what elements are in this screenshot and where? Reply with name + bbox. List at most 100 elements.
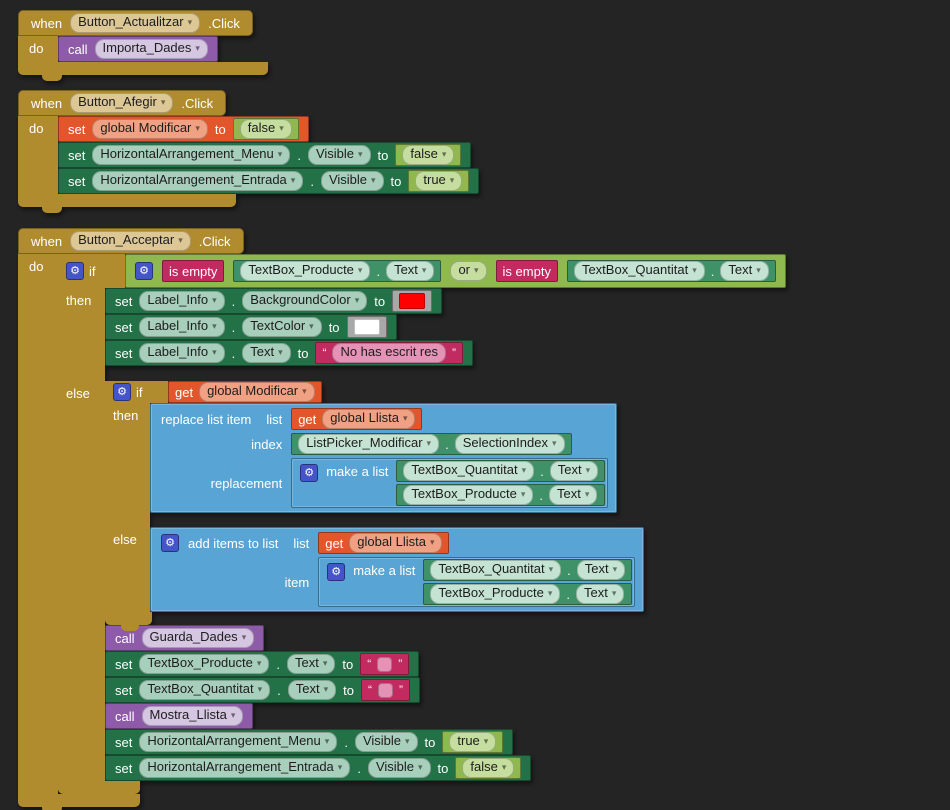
call-procedure-block[interactable]: call Importa_Dades ▾ (58, 36, 218, 62)
property-getter-block[interactable]: TextBox_Producte ▾ . Text (423, 583, 632, 605)
string-value-field[interactable] (377, 657, 392, 672)
mutator-gear-icon[interactable]: ⚙ (327, 563, 345, 581)
property-getter-block[interactable]: TextBox_Quantitat ▾ . Text ▾ (567, 260, 776, 282)
mutator-gear-icon[interactable]: ⚙ (66, 262, 84, 280)
add-items-to-list-block[interactable]: ⚙ add items to list list get gl (150, 527, 644, 612)
component-dropdown[interactable]: TextBox_Quantitat ▾ (430, 560, 561, 580)
make-a-list-block[interactable]: ⚙ make a list TextBox_Quantitat ▾ (318, 557, 635, 607)
event-component-dropdown[interactable]: Button_Afegir ▾ (70, 93, 173, 113)
logic-dropdown[interactable]: false ▾ (402, 145, 454, 165)
get-variable-block[interactable]: get global Llista ▾ (318, 532, 449, 554)
property-getter-block[interactable]: ListPicker_Modificar ▾ . SelectionIndex … (291, 433, 571, 455)
mutator-gear-icon[interactable]: ⚙ (135, 262, 153, 280)
component-dropdown[interactable]: TextBox_Producte ▾ (240, 261, 370, 281)
logic-operator-dropdown[interactable]: or ▾ (450, 261, 486, 281)
property-getter-block[interactable]: TextBox_Quantitat ▾ . Text (396, 460, 605, 482)
set-property-block[interactable]: set Label_Info ▾ . Text ▾ to (105, 340, 473, 366)
color-swatch[interactable] (399, 293, 425, 309)
logic-false-block[interactable]: false ▾ (455, 757, 521, 779)
logic-true-block[interactable]: true ▾ (408, 170, 469, 192)
string-value-field[interactable]: No has escrit res (332, 343, 446, 363)
component-dropdown[interactable]: ListPicker_Modificar ▾ (298, 434, 439, 454)
property-dropdown[interactable]: Visible ▾ (368, 758, 431, 778)
property-dropdown[interactable]: Visible ▾ (321, 171, 384, 191)
property-dropdown[interactable]: Text ▾ (577, 560, 625, 580)
component-dropdown[interactable]: TextBox_Producte ▾ (139, 654, 269, 674)
get-variable-block[interactable]: get global Modificar ▾ (168, 381, 322, 403)
property-dropdown[interactable]: Text ▾ (386, 261, 434, 281)
property-dropdown[interactable]: Visible ▾ (355, 732, 418, 752)
logic-dropdown[interactable]: false ▾ (240, 119, 292, 139)
property-dropdown[interactable]: Visible ▾ (308, 145, 371, 165)
component-dropdown[interactable]: Label_Info ▾ (139, 291, 224, 311)
color-block-white[interactable] (347, 316, 387, 338)
get-variable-block[interactable]: get global Llista ▾ (291, 408, 422, 430)
property-getter-block[interactable]: TextBox_Producte ▾ . Text ▾ (233, 260, 441, 282)
property-dropdown[interactable]: BackgroundColor ▾ (242, 291, 367, 311)
property-dropdown[interactable]: Text ▾ (288, 680, 336, 700)
component-dropdown[interactable]: TextBox_Quantitat ▾ (403, 461, 534, 481)
property-getter-block[interactable]: TextBox_Producte ▾ . Text (396, 484, 605, 506)
mutator-gear-icon[interactable]: ⚙ (113, 383, 131, 401)
set-property-block[interactable]: set HorizontalArrangement_Entrada ▾ . Vi… (58, 168, 479, 194)
component-dropdown[interactable]: HorizontalArrangement_Menu ▾ (92, 145, 290, 165)
property-dropdown[interactable]: Text ▾ (242, 343, 290, 363)
when-button-actualitzar-block[interactable]: when Button_Actualitzar ▾ .Click do call… (18, 10, 268, 75)
set-property-block[interactable]: set TextBox_Producte ▾ . Text ▾ (105, 651, 419, 677)
component-dropdown[interactable]: TextBox_Quantitat ▾ (139, 680, 270, 700)
when-button-afegir-block[interactable]: when Button_Afegir ▾ .Click do set globa… (18, 90, 479, 207)
variable-dropdown[interactable]: global Modificar ▾ (199, 382, 315, 402)
property-dropdown[interactable]: Text ▾ (576, 584, 624, 604)
component-dropdown[interactable]: TextBox_Quantitat ▾ (574, 261, 705, 281)
inner-if-block[interactable]: ⚙ if get global Modificar ▾ (105, 381, 644, 625)
component-dropdown[interactable]: TextBox_Producte ▾ (430, 584, 560, 604)
variable-dropdown[interactable]: global Llista ▾ (322, 409, 415, 429)
component-dropdown[interactable]: Label_Info ▾ (139, 343, 224, 363)
component-dropdown[interactable]: HorizontalArrangement_Entrada ▾ (139, 758, 350, 778)
set-property-block[interactable]: set HorizontalArrangement_Menu ▾ . Visib… (58, 142, 471, 168)
logic-false-block[interactable]: false ▾ (233, 118, 299, 140)
when-button-acceptar-block[interactable]: when Button_Acceptar ▾ .Click do ⚙ if (18, 228, 786, 807)
event-component-dropdown[interactable]: Button_Actualitzar ▾ (70, 13, 200, 33)
property-dropdown[interactable]: Text ▾ (287, 654, 335, 674)
replace-list-item-block[interactable]: replace list item list get global Llista (150, 403, 617, 513)
variable-dropdown[interactable]: global Llista ▾ (349, 533, 442, 553)
variable-dropdown[interactable]: global Modificar ▾ (92, 119, 208, 139)
set-property-block[interactable]: set Label_Info ▾ . BackgroundColor ▾ (105, 288, 442, 314)
set-property-block[interactable]: set HorizontalArrangement_Menu ▾ . Visib… (105, 729, 513, 755)
set-property-block[interactable]: set HorizontalArrangement_Entrada ▾ . Vi… (105, 755, 531, 781)
property-dropdown[interactable]: Text ▾ (549, 485, 597, 505)
set-variable-block[interactable]: set global Modificar ▾ to false ▾ (58, 116, 309, 142)
event-component-dropdown[interactable]: Button_Acceptar ▾ (70, 231, 191, 251)
empty-string-block[interactable]: “ ” (360, 653, 409, 675)
empty-string-block[interactable]: “ ” (361, 679, 410, 701)
or-block[interactable]: ⚙ is empty TextBox_Producte ▾ . (125, 254, 786, 288)
procedure-dropdown[interactable]: Importa_Dades ▾ (95, 39, 208, 59)
component-dropdown[interactable]: HorizontalArrangement_Menu ▾ (139, 732, 337, 752)
blocks-workspace[interactable]: when Button_Actualitzar ▾ .Click do call… (0, 0, 950, 810)
component-dropdown[interactable]: TextBox_Producte ▾ (403, 485, 533, 505)
procedure-dropdown[interactable]: Guarda_Dades ▾ (142, 628, 255, 648)
set-property-block[interactable]: set Label_Info ▾ . TextColor ▾ (105, 314, 397, 340)
if-block[interactable]: ⚙ if ⚙ is empty TextBox_Producte (58, 254, 786, 794)
make-a-list-block[interactable]: ⚙ make a list TextBox_Quantitat ▾ (291, 458, 608, 508)
procedure-dropdown[interactable]: Mostra_Llista ▾ (142, 706, 244, 726)
logic-dropdown[interactable]: true ▾ (415, 171, 462, 191)
is-empty-block[interactable]: is empty (496, 260, 558, 282)
property-dropdown[interactable]: Text ▾ (550, 461, 598, 481)
logic-true-block[interactable]: true ▾ (442, 731, 503, 753)
color-block-red[interactable] (392, 290, 432, 312)
mutator-gear-icon[interactable]: ⚙ (300, 464, 318, 482)
set-property-block[interactable]: set TextBox_Quantitat ▾ . Text ▾ (105, 677, 420, 703)
string-block[interactable]: “ No has escrit res ” (315, 342, 463, 364)
property-getter-block[interactable]: TextBox_Quantitat ▾ . Text (423, 559, 632, 581)
color-swatch[interactable] (354, 319, 380, 335)
string-value-field[interactable] (378, 683, 393, 698)
logic-dropdown[interactable]: true ▾ (449, 732, 496, 752)
call-procedure-block[interactable]: call Mostra_Llista ▾ (105, 703, 253, 729)
property-dropdown[interactable]: Text ▾ (720, 261, 768, 281)
property-dropdown[interactable]: TextColor ▾ (242, 317, 321, 337)
mutator-gear-icon[interactable]: ⚙ (161, 534, 179, 552)
component-dropdown[interactable]: Label_Info ▾ (139, 317, 224, 337)
logic-dropdown[interactable]: false ▾ (462, 758, 514, 778)
